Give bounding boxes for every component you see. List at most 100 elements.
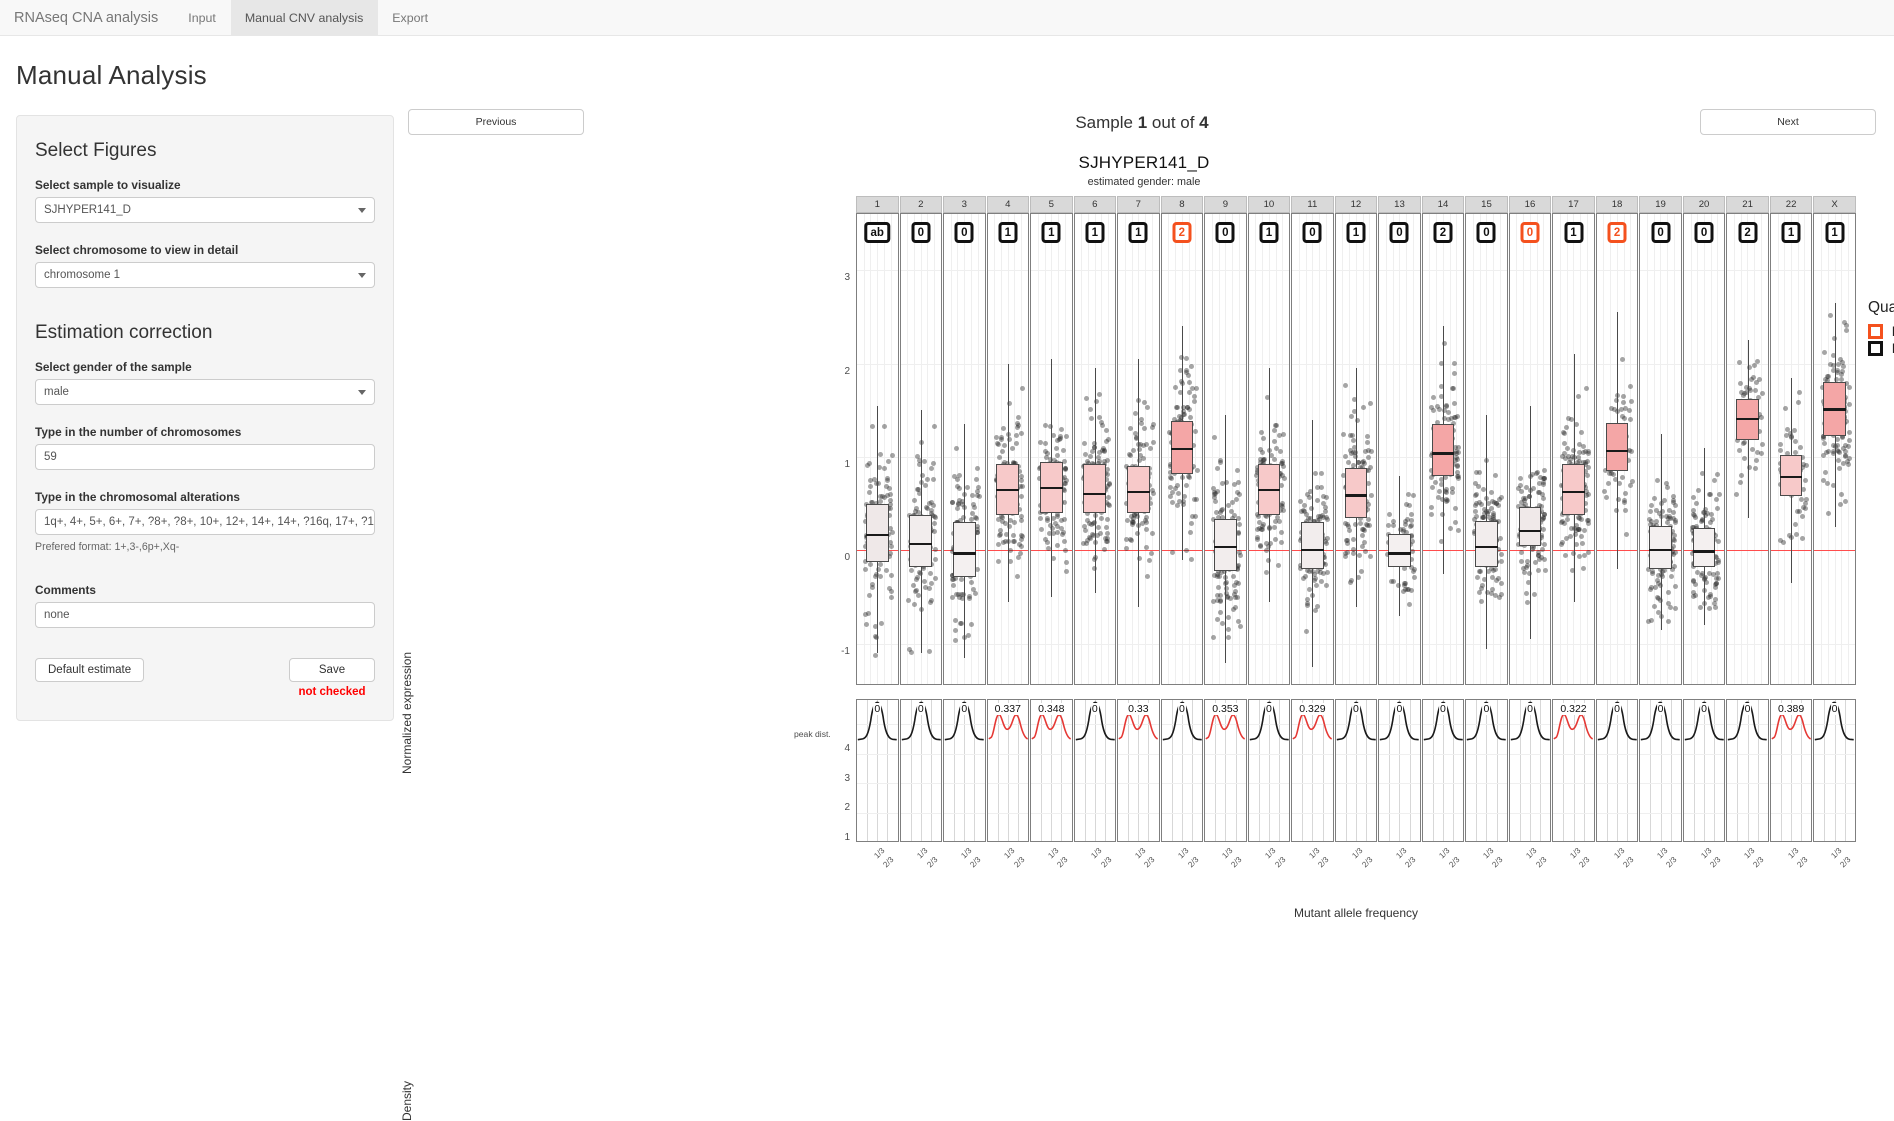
- cnv-value-badge[interactable]: 0: [1651, 222, 1671, 243]
- grid-line-horizontal: [1509, 363, 1551, 365]
- peak-distance-value: 0: [1482, 703, 1491, 715]
- grid-line-horizontal: [1118, 643, 1159, 645]
- next-sample-button[interactable]: Next: [1699, 109, 1876, 135]
- scatter-point: [1313, 608, 1319, 614]
- select-figures-heading: Select Figures: [35, 140, 157, 161]
- gender-select[interactable]: male: [35, 379, 375, 405]
- scatter-point: [969, 580, 975, 586]
- cnv-value-badge[interactable]: 1: [1564, 222, 1583, 243]
- scatter-point: [1084, 458, 1090, 464]
- scatter-point: [996, 558, 1002, 564]
- nav-tab-manual-cnv-analysis[interactable]: Manual CNV analysis: [230, 0, 379, 35]
- x-tick-label: 1/3: [1263, 846, 1278, 861]
- scatter-point: [1479, 582, 1485, 588]
- boxplot-whisker-upper: [1573, 354, 1575, 465]
- grid-line-vertical: [1690, 214, 1692, 684]
- cnv-value-badge[interactable]: 0: [1215, 222, 1235, 243]
- cnv-value-badge[interactable]: 1: [1128, 222, 1148, 243]
- grid-line-horizontal: [1814, 813, 1855, 815]
- alterations-helper-text: Prefered format: 1+,3-,6p+,Xq-: [35, 541, 180, 553]
- scatter-point: [1560, 518, 1566, 524]
- facet-chromosome-1: 1 ab 0 1/3 2/3: [856, 196, 899, 876]
- scatter-point: [1602, 489, 1608, 495]
- scatter-point: [1231, 481, 1237, 487]
- scatter-point: [870, 423, 876, 429]
- save-button[interactable]: Save: [289, 658, 375, 682]
- density-curve: [1293, 714, 1332, 738]
- scatter-point: [1386, 511, 1392, 517]
- chromosome-select[interactable]: chromosome 1: [35, 262, 375, 288]
- grid-line-horizontal: [987, 643, 1029, 645]
- app-brand[interactable]: RNAseq CNA analysis: [0, 0, 174, 35]
- cnv-value-badge[interactable]: 0: [1389, 222, 1409, 243]
- cnv-value-badge[interactable]: 0: [1694, 222, 1714, 243]
- panel-gap: [1552, 685, 1595, 699]
- peak-distance-value: 0: [1264, 703, 1273, 715]
- cnv-value-badge[interactable]: 2: [1738, 222, 1758, 243]
- default-estimate-button[interactable]: Default estimate: [35, 658, 145, 682]
- x-tick-label: 2/3: [1534, 855, 1549, 870]
- cnv-value-badge[interactable]: 0: [1302, 222, 1322, 243]
- cnv-value-badge[interactable]: 1: [1781, 222, 1801, 243]
- grid-line-vertical: [1647, 214, 1648, 684]
- grid-line-horizontal: [987, 813, 1029, 815]
- scatter-point: [1475, 483, 1481, 489]
- alterations-input[interactable]: 1q+, 4+, 5+, 6+, 7+, ?8+, ?8+, 10+, 12+,…: [35, 509, 375, 535]
- scatter-point: [1278, 530, 1284, 536]
- comments-input[interactable]: none: [35, 602, 375, 628]
- scatter-point: [1019, 514, 1025, 520]
- scatter-point: [1753, 380, 1759, 386]
- scatter-point: [1263, 541, 1269, 547]
- density-panel: 0: [1726, 699, 1769, 842]
- sample-select[interactable]: SJHYPER141_D: [35, 197, 375, 223]
- grid-line-horizontal: [1161, 270, 1203, 272]
- scatter-point: [1668, 573, 1674, 579]
- boxplot-whisker-lower: [1399, 567, 1401, 616]
- scatter-point: [1530, 547, 1536, 553]
- scatter-point: [1623, 491, 1629, 497]
- cnv-value-badge[interactable]: 1: [1085, 222, 1105, 243]
- scatter-point: [1473, 508, 1479, 514]
- scatter-point: [1183, 369, 1189, 375]
- grid-line-vertical: [1559, 214, 1561, 684]
- chromosome-count-input[interactable]: 59: [35, 444, 375, 470]
- scatter-point: [1574, 422, 1580, 428]
- scatter-point: [1099, 516, 1105, 522]
- cnv-value-badge[interactable]: 2: [1433, 222, 1453, 243]
- scatter-point: [1364, 439, 1370, 445]
- scatter-point: [1104, 538, 1110, 544]
- scatter-point: [1797, 390, 1803, 396]
- cnv-value-badge[interactable]: 0: [954, 222, 974, 243]
- scatter-point: [1213, 499, 1219, 505]
- cnv-value-badge[interactable]: 0: [1520, 222, 1540, 243]
- grid-line-horizontal: [1292, 753, 1333, 755]
- nav-tab-export[interactable]: Export: [378, 0, 443, 35]
- cnv-value-badge[interactable]: 2: [1607, 222, 1627, 243]
- cnv-value-badge[interactable]: 1: [1346, 222, 1366, 243]
- scatter-point: [1821, 441, 1827, 447]
- x-tick-label: 2/3: [1098, 855, 1114, 870]
- cnv-value-badge[interactable]: 2: [1172, 222, 1192, 243]
- scatter-point: [1564, 425, 1570, 431]
- scatter-point: [1620, 400, 1626, 406]
- nav-tab-input[interactable]: Input: [174, 0, 231, 35]
- cnv-value-badge[interactable]: 1: [1041, 222, 1061, 243]
- previous-sample-button[interactable]: Previous: [408, 109, 584, 135]
- peak-distance-value: 0: [1526, 703, 1534, 715]
- cnv-value-badge[interactable]: 0: [1476, 222, 1496, 243]
- facet-grid: 1 ab 0 1/3 2/3 2 0 0 1/3 2/3 3 0 0 1/3 2/3 4 1 0.337 1/3 2/…: [856, 196, 1856, 876]
- estimation-correction-heading: Estimation correction: [35, 322, 213, 343]
- cnv-value-badge[interactable]: 0: [911, 222, 931, 243]
- boxplot-whisker-upper: [1268, 368, 1270, 465]
- scatter-point: [1822, 470, 1828, 476]
- scatter-point: [1479, 598, 1485, 604]
- cnv-value-badge[interactable]: ab: [864, 222, 890, 243]
- cnv-value-badge[interactable]: 1: [1259, 222, 1279, 243]
- zero-reference-line: [1727, 550, 1768, 552]
- facet-strip-label: 10: [1247, 196, 1291, 213]
- x-tick-label: 2/3: [968, 855, 983, 870]
- cnv-value-badge[interactable]: 1: [998, 222, 1018, 243]
- scatter-point: [1629, 449, 1635, 455]
- legend-item-high: high: [1868, 341, 1894, 356]
- cnv-value-badge[interactable]: 1: [1825, 222, 1845, 243]
